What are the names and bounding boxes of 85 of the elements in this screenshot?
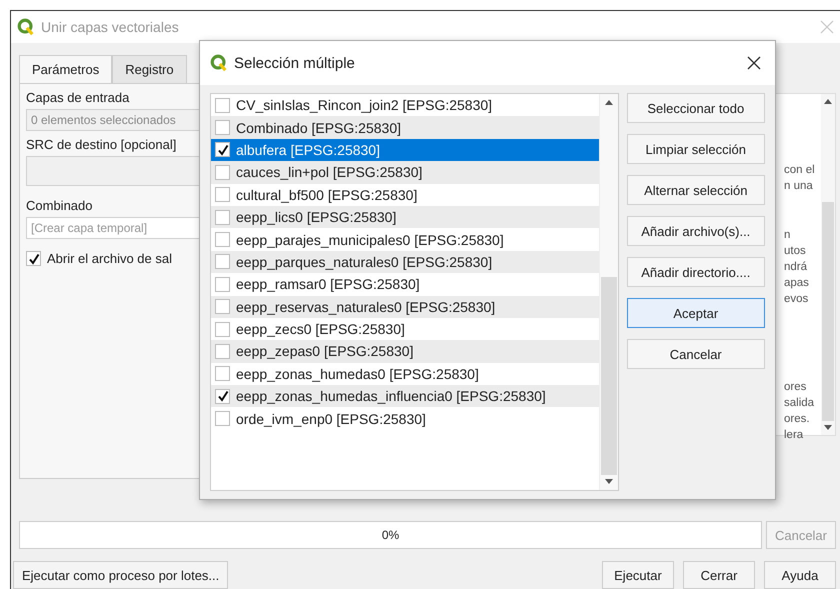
list-item[interactable]: eepp_reservas_naturales0 [EPSG:25830]: [211, 296, 599, 318]
checkbox[interactable]: [215, 276, 230, 292]
list-item[interactable]: orde_ivm_enp0 [EPSG:25830]: [211, 407, 599, 430]
checkbox[interactable]: [215, 187, 230, 202]
scroll-up-icon[interactable]: [604, 100, 613, 105]
help-text: ores.: [784, 412, 811, 427]
layer-name: cultural_bf500 [EPSG:25830]: [236, 186, 418, 203]
scrollbar[interactable]: [821, 94, 835, 435]
checkbox[interactable]: [215, 254, 230, 270]
list-item[interactable]: Combinado [EPSG:25830]: [211, 116, 599, 139]
app-logo-icon: [17, 18, 35, 36]
layer-name: Combinado [EPSG:25830]: [236, 120, 401, 136]
app-logo-icon: [210, 54, 228, 72]
checkbox[interactable]: [215, 142, 230, 158]
close-icon[interactable]: [747, 56, 761, 70]
dialog-button[interactable]: Añadir archivo(s)...: [626, 216, 765, 246]
help-text: n una: [784, 179, 814, 194]
checkbox[interactable]: [215, 164, 230, 180]
checkbox[interactable]: [215, 388, 230, 404]
footer-button[interactable]: Ejecutar: [602, 561, 674, 589]
list-item[interactable]: eepp_zepas0 [EPSG:25830]: [211, 340, 599, 363]
dialog-button[interactable]: Alternar selección: [626, 175, 765, 205]
layer-name: albufera [EPSG:25830]: [236, 142, 380, 158]
checkbox[interactable]: [215, 344, 230, 359]
footer-button[interactable]: Cerrar: [683, 561, 755, 589]
layer-name: eepp_parajes_municipales0 [EPSG:25830]: [236, 232, 504, 248]
layer-name: eepp_lics0 [EPSG:25830]: [236, 209, 396, 226]
tab[interactable]: Parámetros: [19, 55, 112, 83]
help-text: salida: [784, 396, 816, 411]
field-label: Capas de entrada: [26, 90, 130, 105]
help-text: con el: [784, 163, 816, 178]
layer-name: orde_ivm_enp0 [EPSG:25830]: [236, 410, 426, 427]
checkbox[interactable]: [215, 210, 230, 225]
dialog-button[interactable]: Seleccionar todo: [626, 93, 765, 123]
dialog-button[interactable]: Aceptar: [626, 298, 765, 328]
layer-name: eepp_zecs0 [EPSG:25830]: [236, 321, 405, 338]
layer-name: CV_sinIslas_Rincon_join2 [EPSG:25830]: [236, 97, 492, 114]
layer-name: eepp_zepas0 [EPSG:25830]: [236, 343, 414, 360]
checkbox[interactable]: [215, 366, 230, 382]
layer-name: eepp_zonas_humedas_influencia0 [EPSG:25830]: [236, 388, 546, 404]
dialog-title: Selección múltiple: [234, 54, 355, 72]
help-text: utos: [784, 244, 807, 259]
layer-name: eepp_zonas_humedas0 [EPSG:25830]: [236, 366, 479, 382]
scroll-down-icon[interactable]: [824, 425, 832, 430]
layer-name: eepp_reservas_naturales0 [EPSG:25830]: [236, 298, 496, 315]
tab[interactable]: Registro: [112, 55, 187, 83]
layer-name: eepp_parques_naturales0 [EPSG:25830]: [236, 254, 492, 270]
checkbox[interactable]: [215, 322, 230, 337]
list-item[interactable]: eepp_zecs0 [EPSG:25830]: [211, 318, 599, 340]
list-item[interactable]: CV_sinIslas_Rincon_join2 [EPSG:25830]: [211, 94, 599, 116]
help-text: lera: [784, 428, 804, 443]
footer-button[interactable]: Ayuda: [764, 561, 836, 589]
help-text: evos: [784, 292, 810, 307]
dialog-button[interactable]: Cancelar: [626, 339, 765, 369]
window-title: Unir capas vectoriales: [41, 19, 179, 35]
help-text: n: [784, 228, 792, 243]
checkbox[interactable]: [215, 299, 230, 314]
list-item[interactable]: eepp_lics0 [EPSG:25830]: [211, 206, 599, 228]
list-item[interactable]: eepp_ramsar0 [EPSG:25830]: [211, 273, 599, 296]
checkbox[interactable]: [215, 98, 230, 113]
scroll-up-icon[interactable]: [824, 99, 832, 104]
dialog-button[interactable]: Limpiar selección: [626, 134, 765, 164]
checkbox[interactable]: [215, 232, 230, 248]
layer-name: eepp_ramsar0 [EPSG:25830]: [236, 276, 420, 292]
checkbox[interactable]: [215, 411, 230, 426]
dialog-button[interactable]: Añadir directorio....: [626, 257, 765, 287]
checkbox[interactable]: [215, 120, 230, 136]
field-label: SRC de destino [opcional]: [26, 137, 178, 152]
progress-text: 0%: [382, 528, 400, 542]
help-text: ndrá: [784, 260, 808, 275]
list-item[interactable]: eepp_parques_naturales0 [EPSG:25830]: [211, 250, 599, 274]
list-item[interactable]: eepp_parajes_municipales0 [EPSG:25830]: [211, 228, 599, 251]
list-item[interactable]: cultural_bf500 [EPSG:25830]: [211, 184, 599, 206]
layer-name: cauces_lin+pol [EPSG:25830]: [236, 164, 422, 180]
list-item[interactable]: cauces_lin+pol [EPSG:25830]: [211, 161, 599, 184]
help-text: ores: [784, 380, 808, 395]
checkbox-label: Abrir el archivo de sal: [47, 251, 172, 266]
scrollbar[interactable]: [598, 94, 618, 490]
checkbox[interactable]: [26, 251, 41, 266]
field-label: Combinado: [26, 198, 94, 213]
list-item[interactable]: eepp_zonas_humedas_influencia0 [EPSG:25830]: [211, 385, 599, 408]
list-item[interactable]: albufera [EPSG:25830]: [211, 138, 599, 162]
list-item[interactable]: eepp_zonas_humedas0 [EPSG:25830]: [211, 362, 599, 386]
help-text: apas: [784, 276, 810, 291]
batch-button[interactable]: Ejecutar como proceso por lotes...: [13, 561, 228, 589]
